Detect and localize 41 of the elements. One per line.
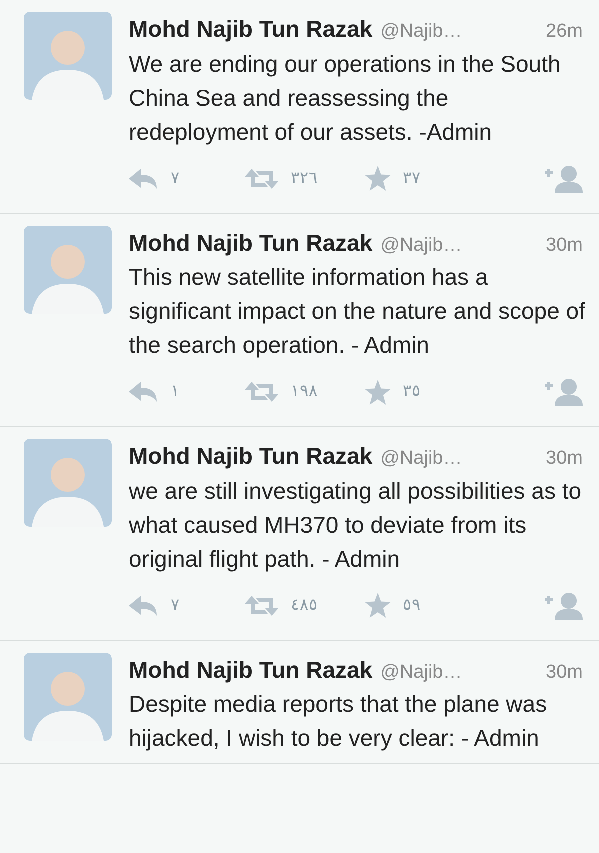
author-handle: @Najib… [380, 660, 462, 684]
author-handle: @Najib… [380, 234, 462, 258]
avatar[interactable] [24, 652, 112, 740]
retweet-icon [245, 382, 279, 402]
tweet-text: Despite media reports that the plane was hijacked, I wish to be very clear: - Admin [129, 690, 548, 753]
follow-icon[interactable] [543, 164, 583, 192]
author-name: Mohd Najib Tun Razak [129, 656, 373, 685]
author-name: Mohd Najib Tun Razak [129, 15, 373, 44]
reply-icon [129, 596, 159, 616]
retweet-button[interactable]: ٤٨٥ [245, 594, 365, 618]
author-name: Mohd Najib Tun Razak [129, 442, 373, 471]
retweet-button[interactable]: ٣٢٦ [245, 166, 365, 190]
reply-button[interactable]: ٧ [129, 594, 245, 618]
follow-icon[interactable] [543, 592, 583, 620]
reply-icon [129, 382, 159, 402]
retweet-button[interactable]: ١٩٨ [245, 380, 365, 404]
star-icon [365, 166, 391, 191]
reply-button[interactable]: ٧ [129, 166, 245, 190]
favorite-button[interactable]: ٣٧ [365, 166, 421, 191]
author-name: Mohd Najib Tun Razak [129, 228, 373, 258]
reply-button[interactable]: ١ [129, 380, 245, 404]
star-icon [365, 380, 391, 404]
avatar[interactable] [24, 439, 112, 527]
retweet-icon [245, 596, 279, 616]
avatar[interactable] [24, 12, 112, 100]
star-icon [365, 593, 391, 618]
author-handle: @Najib… [380, 447, 462, 471]
reply-icon [129, 168, 159, 188]
tweet-text: We are ending our operations in the South China Sea and reassessing the redeployment of our assets. -Admin [129, 50, 562, 147]
follow-icon[interactable] [543, 378, 583, 406]
favorite-button[interactable]: ٥٩ [365, 593, 421, 618]
tweet-text: This new satellite information has a significant impact on the nature and scope of the search operation. - Admin [129, 263, 586, 360]
tweet-text: we are still investigating all possibilities as to what caused MH370 to deviate from its original flight path. - Admin [129, 476, 583, 574]
tweet-time: 30m [546, 660, 583, 684]
favorite-button[interactable]: ٣٥ [365, 380, 421, 404]
tweet-time: 26m [546, 20, 583, 44]
retweet-icon [245, 168, 279, 188]
avatar[interactable] [24, 226, 112, 314]
tweet-time: 30m [546, 234, 583, 258]
tweet-time: 30m [546, 447, 583, 471]
author-handle: @Najib… [380, 20, 462, 44]
